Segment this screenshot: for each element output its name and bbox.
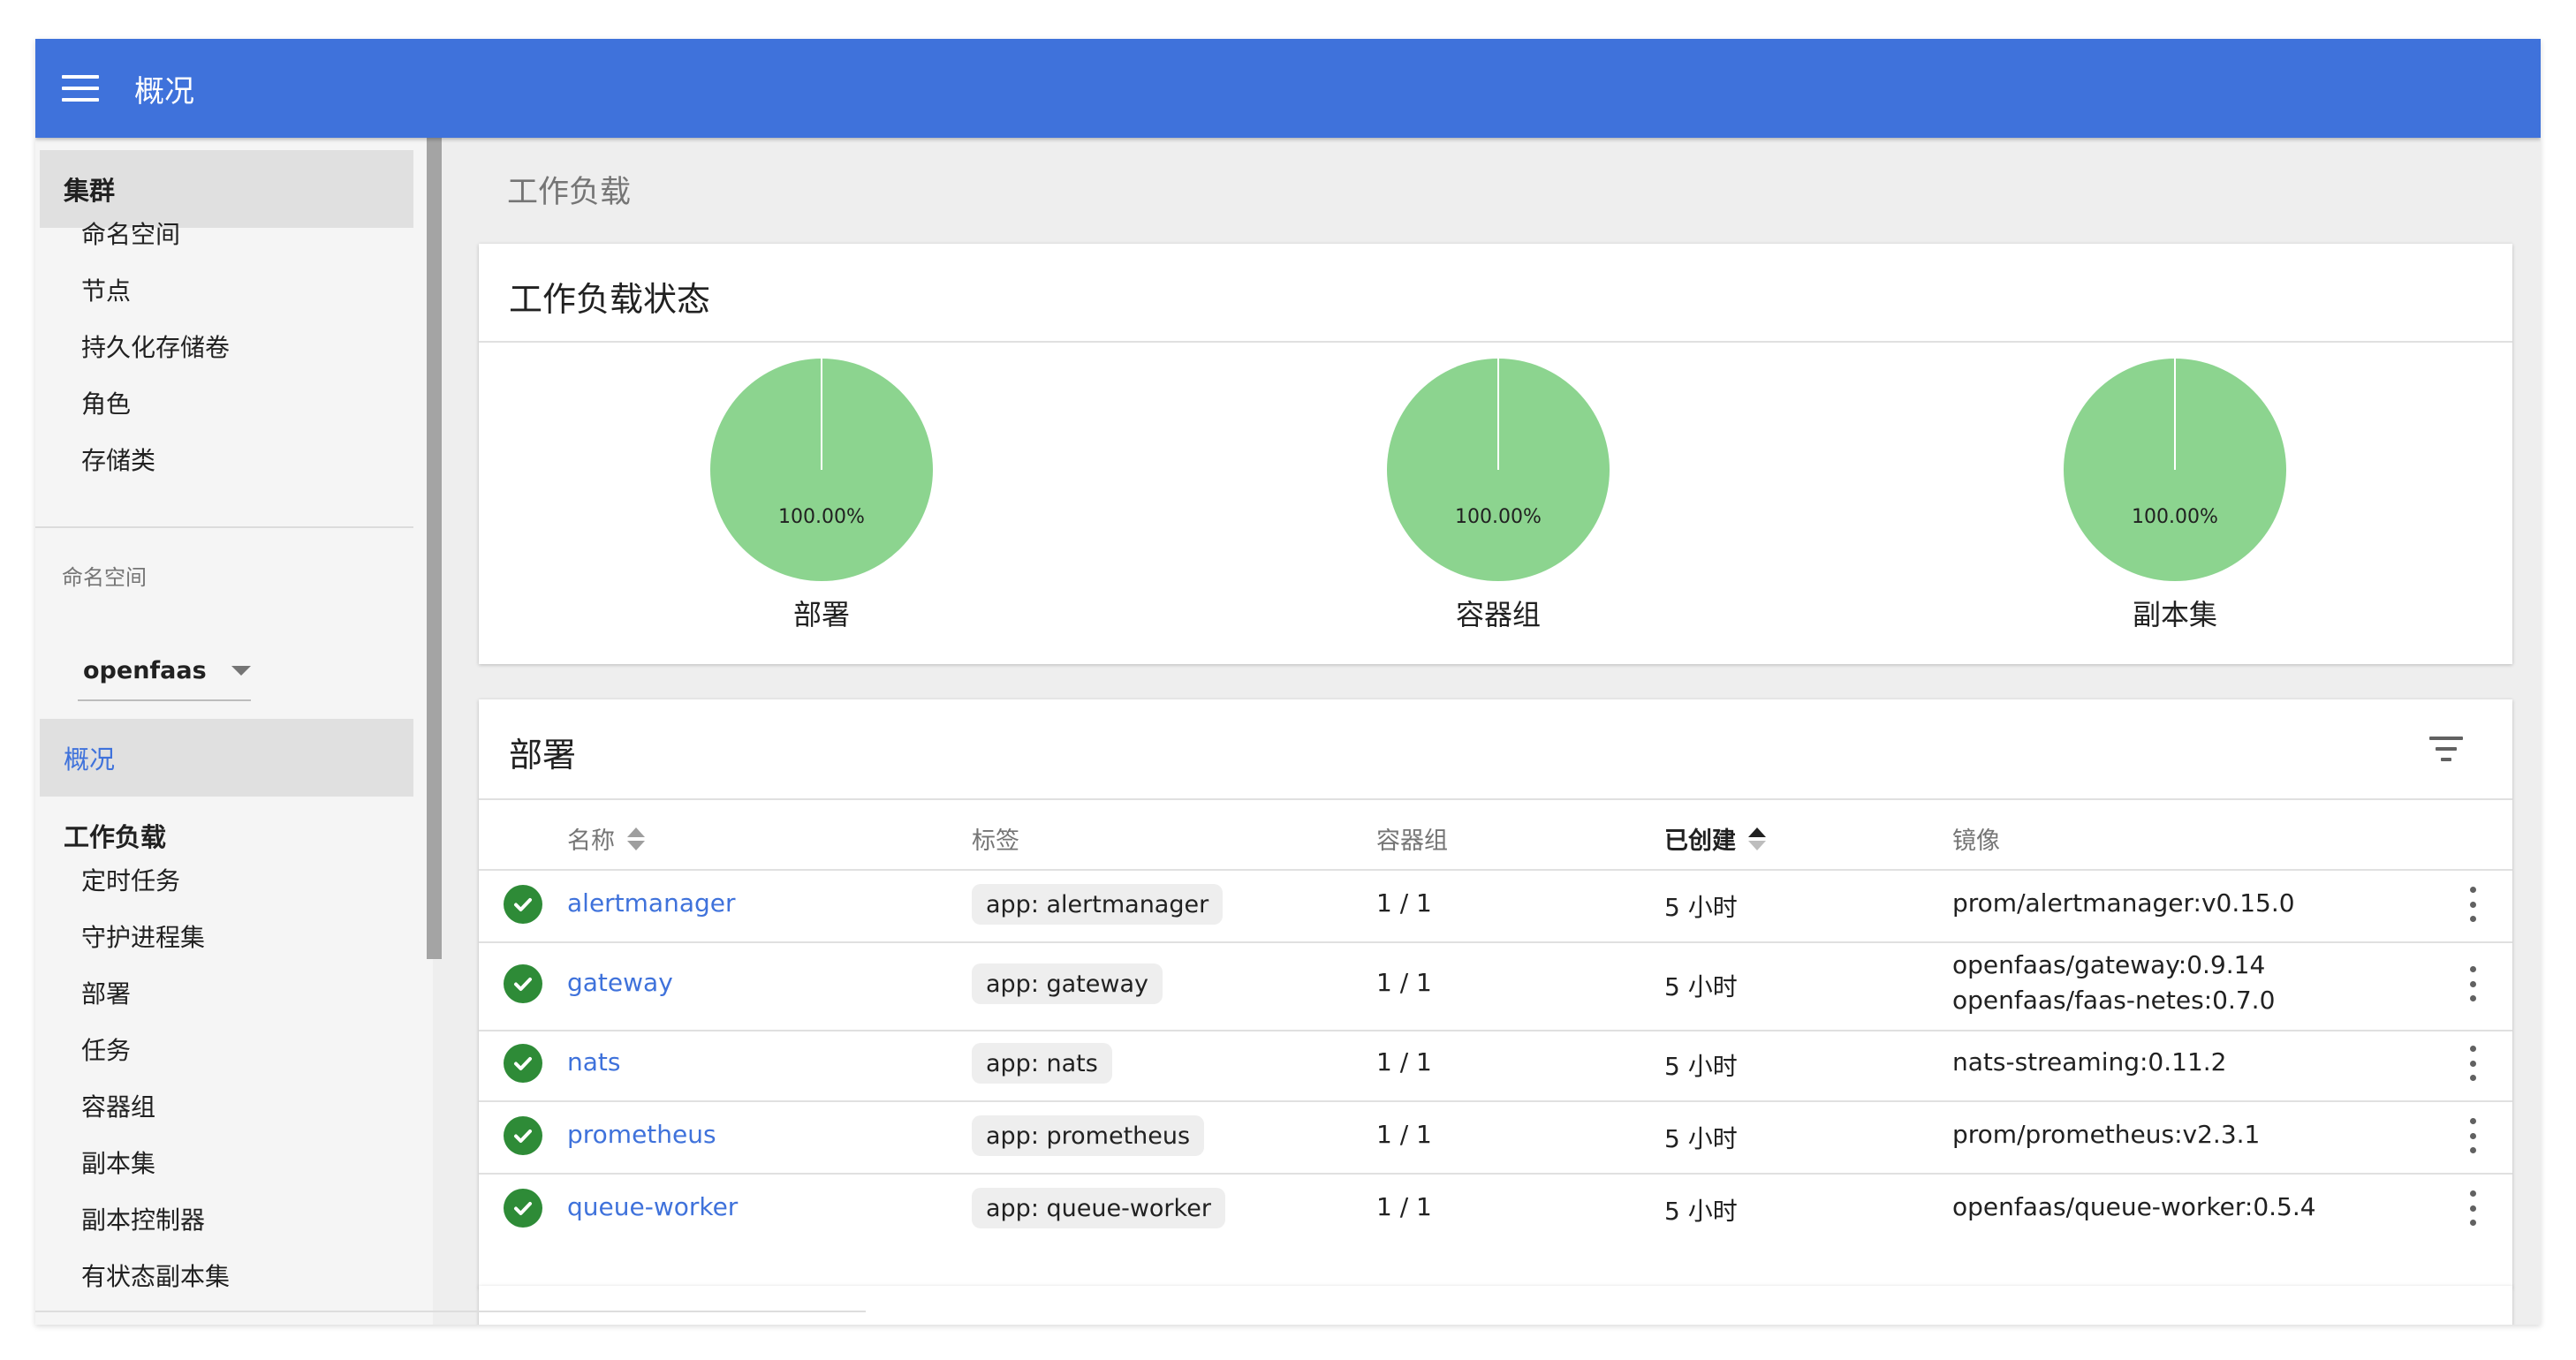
image-name: openfaas/queue-worker:0.5.4 <box>1952 1192 2316 1221</box>
sidebar-item-cluster[interactable]: 集群 <box>40 150 413 228</box>
deployment-name-link[interactable]: nats <box>567 1047 620 1077</box>
column-header-name-label: 名称 <box>567 827 615 855</box>
pie-chart-replica-sets: 100.00% <box>2060 355 2290 585</box>
sidebar-item-replication-controllers[interactable]: 副本控制器 <box>81 1203 205 1238</box>
row-divider <box>479 1100 2512 1102</box>
column-header-labels: 标签 <box>972 827 1019 855</box>
image-name: openfaas/faas-netes:0.7.0 <box>1952 986 2276 1015</box>
pie-label-deployments: 部署 <box>792 598 850 631</box>
deployment-name-link[interactable]: queue-worker <box>567 1192 738 1221</box>
card-divider <box>479 341 2512 343</box>
image-name: openfaas/gateway:0.9.14 <box>1952 950 2266 979</box>
filter-icon[interactable] <box>2429 737 2463 761</box>
image-name: prom/alertmanager:v0.15.0 <box>1952 888 2295 918</box>
chevron-down-icon <box>231 666 251 676</box>
content-title: 工作负载 <box>507 175 632 210</box>
label-chip[interactable]: app: gateway <box>972 963 1163 1004</box>
check-circle-icon <box>504 1116 542 1155</box>
menu-icon[interactable] <box>62 75 99 102</box>
row-divider <box>479 941 2512 943</box>
more-vert-icon[interactable] <box>2466 1118 2479 1153</box>
check-circle-icon <box>504 885 542 924</box>
created-age: 5 小时 <box>1664 1052 1738 1081</box>
column-header-name[interactable]: 名称 <box>567 821 645 856</box>
pie-chart-pods: 100.00% <box>1383 355 1613 585</box>
more-vert-icon[interactable] <box>2466 1046 2479 1081</box>
deployment-name-link[interactable]: gateway <box>567 968 673 997</box>
sidebar-item-cron-jobs[interactable]: 定时任务 <box>81 864 180 899</box>
sidebar-item-pods[interactable]: 容器组 <box>81 1090 155 1125</box>
check-circle-icon <box>504 1189 542 1228</box>
column-header-created-label: 已创建 <box>1664 827 1736 855</box>
pie-percent-replica-sets: 100.00% <box>2132 506 2218 528</box>
sidebar-item-workloads[interactable]: 工作负载 <box>40 797 413 874</box>
pie-label-replica-sets: 副本集 <box>2132 598 2217 631</box>
more-vert-icon[interactable] <box>2466 966 2479 1001</box>
sidebar-item-daemon-sets[interactable]: 守护进程集 <box>81 920 205 956</box>
deployment-name-link[interactable]: alertmanager <box>567 888 736 918</box>
app-bar: 概况 <box>35 39 2541 138</box>
image-name: prom/prometheus:v2.3.1 <box>1952 1120 2261 1149</box>
row-divider <box>479 1173 2512 1175</box>
sort-ascending-icon[interactable] <box>1748 826 1766 852</box>
sidebar: 集群 命名空间 节点 持久化存储卷 角色 存储类 命名空间 openfaas 概… <box>35 138 433 1325</box>
deployments-title: 部署 <box>509 736 577 774</box>
label-chip[interactable]: app: queue-worker <box>972 1188 1225 1228</box>
workload-status-title: 工作负载状态 <box>509 280 711 319</box>
sidebar-scrollbar[interactable] <box>427 138 442 959</box>
status-strip <box>35 1311 866 1325</box>
namespace-label: 命名空间 <box>62 565 147 590</box>
pods-count: 1 / 1 <box>1376 888 1432 918</box>
check-circle-icon <box>504 1044 542 1083</box>
pods-count: 1 / 1 <box>1376 1120 1432 1149</box>
created-age: 5 小时 <box>1664 972 1738 1001</box>
more-vert-icon[interactable] <box>2466 1190 2479 1226</box>
column-header-created[interactable]: 已创建 <box>1664 821 1766 856</box>
sort-icon[interactable] <box>627 826 645 852</box>
row-divider <box>479 1030 2512 1031</box>
page-title: 概况 <box>134 73 194 110</box>
sidebar-item-replica-sets[interactable]: 副本集 <box>81 1146 155 1182</box>
created-age: 5 小时 <box>1664 1124 1738 1153</box>
pie-percent-deployments: 100.00% <box>778 506 865 528</box>
sidebar-item-jobs[interactable]: 任务 <box>81 1033 131 1069</box>
pie-label-pods: 容器组 <box>1455 598 1541 631</box>
more-vert-icon[interactable] <box>2466 887 2479 922</box>
pie-chart-deployments: 100.00% <box>707 355 936 585</box>
sidebar-item-deployments[interactable]: 部署 <box>81 977 131 1012</box>
sidebar-item-roles[interactable]: 角色 <box>81 387 131 422</box>
sidebar-item-storage-classes[interactable]: 存储类 <box>81 443 155 479</box>
sidebar-item-overview[interactable]: 概况 <box>40 719 413 797</box>
sidebar-item-nodes[interactable]: 节点 <box>81 274 131 309</box>
label-chip[interactable]: app: nats <box>972 1043 1112 1084</box>
created-age: 5 小时 <box>1664 893 1738 922</box>
namespace-select-value: openfaas <box>83 657 207 684</box>
workload-status-card: 工作负载状态 100.00% 部署 100.00% 容器组 100.00% 副本… <box>479 244 2512 664</box>
deployments-card: 部署 名称 标签 容器组 已创建 镜像 alertmanager app: al… <box>479 699 2512 1288</box>
sidebar-item-persistent-volumes[interactable]: 持久化存储卷 <box>81 330 230 366</box>
column-header-pods: 容器组 <box>1376 827 1448 855</box>
card-divider <box>479 798 2512 800</box>
deployment-name-link[interactable]: prometheus <box>567 1120 716 1149</box>
pods-count: 1 / 1 <box>1376 968 1432 997</box>
sidebar-item-stateful-sets[interactable]: 有状态副本集 <box>81 1259 230 1295</box>
sidebar-item-namespaces[interactable]: 命名空间 <box>81 217 180 253</box>
row-divider <box>479 869 2512 871</box>
check-circle-icon <box>504 964 542 1003</box>
dashboard-window: 概况 集群 命名空间 节点 持久化存储卷 角色 存储类 命名空间 openfaa… <box>35 39 2541 1325</box>
namespace-select[interactable]: openfaas <box>78 643 251 701</box>
created-age: 5 小时 <box>1664 1197 1738 1226</box>
pie-percent-pods: 100.00% <box>1455 506 1542 528</box>
pods-count: 1 / 1 <box>1376 1192 1432 1221</box>
label-chip[interactable]: app: alertmanager <box>972 884 1224 925</box>
column-header-images: 镜像 <box>1952 827 2000 855</box>
pods-count: 1 / 1 <box>1376 1047 1432 1077</box>
label-chip[interactable]: app: prometheus <box>972 1115 1205 1156</box>
image-name: nats-streaming:0.11.2 <box>1952 1047 2227 1077</box>
sidebar-divider <box>35 526 413 528</box>
